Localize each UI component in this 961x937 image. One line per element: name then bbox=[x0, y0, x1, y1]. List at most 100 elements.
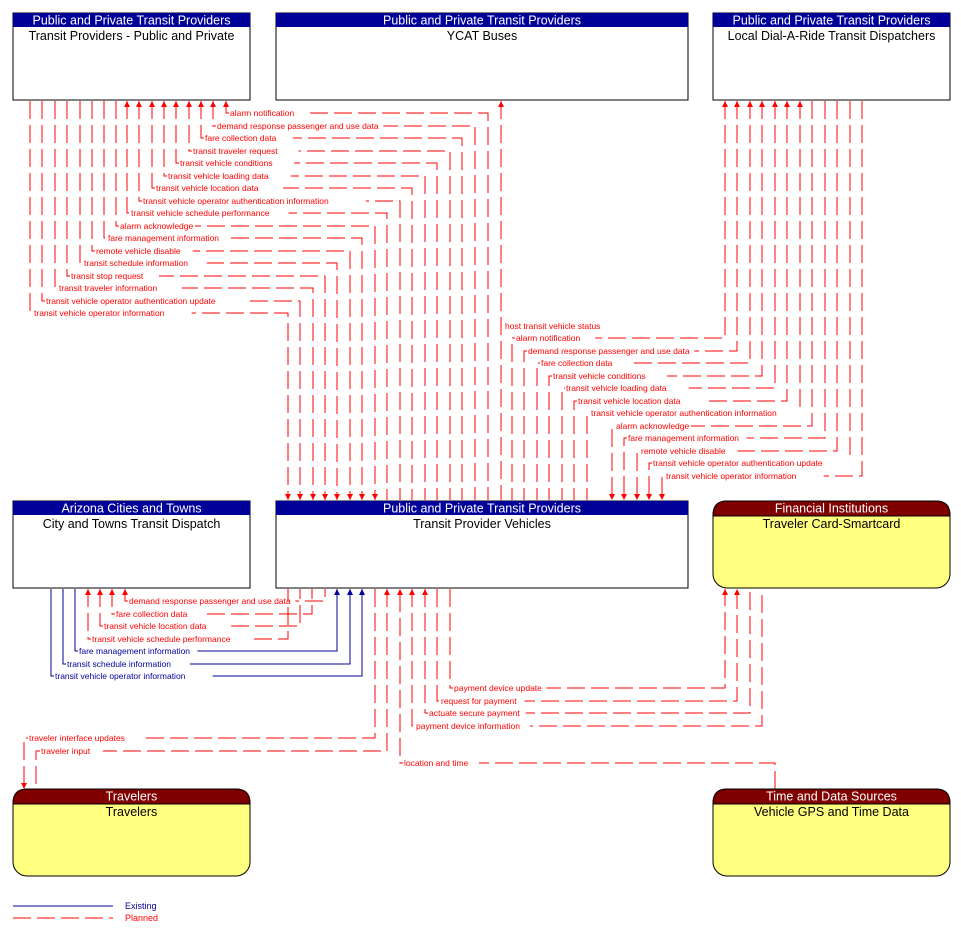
flow-label: traveler interface updates bbox=[29, 733, 125, 743]
flow-label: host transit vehicle status bbox=[505, 321, 600, 331]
flow-label: alarm notification bbox=[516, 333, 581, 343]
node-ycat[interactable]: Public and Private Transit ProvidersYCAT… bbox=[275, 12, 689, 101]
arrowhead-icon bbox=[772, 101, 778, 107]
node-city[interactable]: Arizona Cities and TownsCity and Towns T… bbox=[12, 500, 251, 589]
arrowhead-icon bbox=[372, 494, 378, 500]
arrowhead-icon bbox=[722, 101, 728, 107]
legend-existing-label: Existing bbox=[125, 901, 157, 911]
arrowhead-icon bbox=[322, 494, 328, 500]
node-name: Vehicle GPS and Time Data bbox=[754, 805, 909, 819]
flow-label: traveler input bbox=[41, 746, 91, 756]
node-header: Time and Data Sources bbox=[766, 790, 897, 804]
legend: Existing Planned bbox=[13, 901, 158, 923]
flow-line[interactable] bbox=[424, 589, 751, 714]
arrowhead-icon bbox=[659, 494, 665, 500]
arrowhead-icon bbox=[310, 494, 316, 500]
node-fin[interactable]: Financial InstitutionsTraveler Card-Smar… bbox=[712, 500, 951, 589]
arrowhead-icon bbox=[359, 589, 365, 595]
arrowhead-icon bbox=[124, 101, 130, 107]
flow-label: transit vehicle loading data bbox=[566, 383, 667, 393]
arrowhead-icon bbox=[734, 589, 740, 595]
flow-label: payment device information bbox=[416, 721, 520, 731]
node-header: Travelers bbox=[106, 790, 158, 804]
flow-lines: alarm notification demand response passen… bbox=[21, 101, 863, 789]
flow-label: transit vehicle operator authentication … bbox=[653, 458, 823, 468]
arrowhead-icon bbox=[384, 589, 390, 595]
flow-label: demand response passenger and use data bbox=[217, 121, 379, 131]
flow[interactable]: demand response passenger and use data bbox=[122, 589, 326, 606]
flow-label: transit vehicle location data bbox=[578, 396, 681, 406]
node-tp[interactable]: Public and Private Transit ProvidersTran… bbox=[12, 12, 251, 101]
node-name: Transit Providers - Public and Private bbox=[29, 29, 235, 43]
arrowhead-icon bbox=[397, 589, 403, 595]
flow-label: fare management information bbox=[79, 646, 190, 656]
flow[interactable]: host transit vehicle status bbox=[498, 101, 624, 500]
flow-label: fare collection data bbox=[116, 609, 188, 619]
flow-label: location and time bbox=[404, 758, 469, 768]
arrowhead-icon bbox=[186, 101, 192, 107]
flow-label: remote vehicle disable bbox=[96, 246, 181, 256]
flow-label: transit traveler information bbox=[59, 283, 158, 293]
flow-label: transit schedule information bbox=[67, 659, 171, 669]
arrowhead-icon bbox=[498, 101, 504, 107]
arrowhead-icon bbox=[334, 494, 340, 500]
arrowhead-icon bbox=[722, 589, 728, 595]
arrowhead-icon bbox=[109, 589, 115, 595]
flow[interactable]: fare management information bbox=[621, 101, 826, 500]
flow[interactable]: payment device update bbox=[449, 589, 728, 693]
flow-label: alarm acknowledge bbox=[616, 421, 690, 431]
arrowhead-icon bbox=[85, 589, 91, 595]
arrowhead-icon bbox=[285, 494, 291, 500]
nodes: Public and Private Transit ProvidersTran… bbox=[12, 12, 951, 877]
arrowhead-icon bbox=[422, 589, 428, 595]
node-name: Local Dial-A-Ride Transit Dispatchers bbox=[728, 29, 936, 43]
arrowhead-icon bbox=[210, 101, 216, 107]
node-trav[interactable]: TravelersTravelers bbox=[12, 788, 251, 877]
node-header: Financial Institutions bbox=[775, 502, 888, 516]
arrowhead-icon bbox=[747, 101, 753, 107]
node-veh[interactable]: Public and Private Transit ProvidersTran… bbox=[275, 500, 689, 589]
node-header: Public and Private Transit Providers bbox=[732, 14, 930, 28]
flow-label: demand response passenger and use data bbox=[528, 346, 690, 356]
flow-line[interactable] bbox=[449, 589, 726, 689]
flow-label: fare collection data bbox=[541, 358, 613, 368]
flow-label: transit vehicle operator information bbox=[34, 308, 165, 318]
flow-label: fare management information bbox=[108, 233, 219, 243]
arrowhead-icon bbox=[409, 589, 415, 595]
legend-planned-label: Planned bbox=[125, 913, 158, 923]
arrowhead-icon bbox=[797, 101, 803, 107]
flow-label: transit vehicle operator authentication … bbox=[591, 408, 777, 418]
arrowhead-icon bbox=[149, 101, 155, 107]
node-dar[interactable]: Public and Private Transit ProvidersLoca… bbox=[712, 12, 951, 101]
flow-label: transit traveler request bbox=[193, 146, 278, 156]
flow-label: request for payment bbox=[441, 696, 517, 706]
flow-label: transit vehicle schedule performance bbox=[131, 208, 270, 218]
node-header: Public and Private Transit Providers bbox=[383, 502, 581, 516]
flow-label: fare management information bbox=[628, 433, 739, 443]
flow-label: transit vehicle conditions bbox=[553, 371, 646, 381]
arrowhead-icon bbox=[359, 494, 365, 500]
flow-label: transit vehicle location data bbox=[104, 621, 207, 631]
flow-label: alarm acknowledge bbox=[120, 221, 194, 231]
flow-label: remote vehicle disable bbox=[641, 446, 726, 456]
flow-label: alarm notification bbox=[230, 108, 295, 118]
node-name: Transit Provider Vehicles bbox=[413, 517, 551, 531]
arrowhead-icon bbox=[734, 101, 740, 107]
arrowhead-icon bbox=[621, 494, 627, 500]
node-name: City and Towns Transit Dispatch bbox=[43, 517, 221, 531]
arrowhead-icon bbox=[334, 589, 340, 595]
flow-label: transit schedule information bbox=[84, 258, 188, 268]
flow-label: transit vehicle loading data bbox=[168, 171, 269, 181]
flow-label: transit vehicle operator information bbox=[55, 671, 186, 681]
arrowhead-icon bbox=[759, 101, 765, 107]
node-gps[interactable]: Time and Data SourcesVehicle GPS and Tim… bbox=[712, 788, 951, 877]
flow-label: transit vehicle schedule performance bbox=[92, 634, 231, 644]
arrowhead-icon bbox=[347, 589, 353, 595]
flow-line[interactable] bbox=[35, 589, 388, 789]
arrowhead-icon bbox=[122, 589, 128, 595]
node-name: Travelers bbox=[106, 805, 158, 819]
flow-label: transit stop request bbox=[71, 271, 144, 281]
arrowhead-icon bbox=[97, 589, 103, 595]
arrowhead-icon bbox=[609, 494, 615, 500]
node-header: Public and Private Transit Providers bbox=[383, 14, 581, 28]
